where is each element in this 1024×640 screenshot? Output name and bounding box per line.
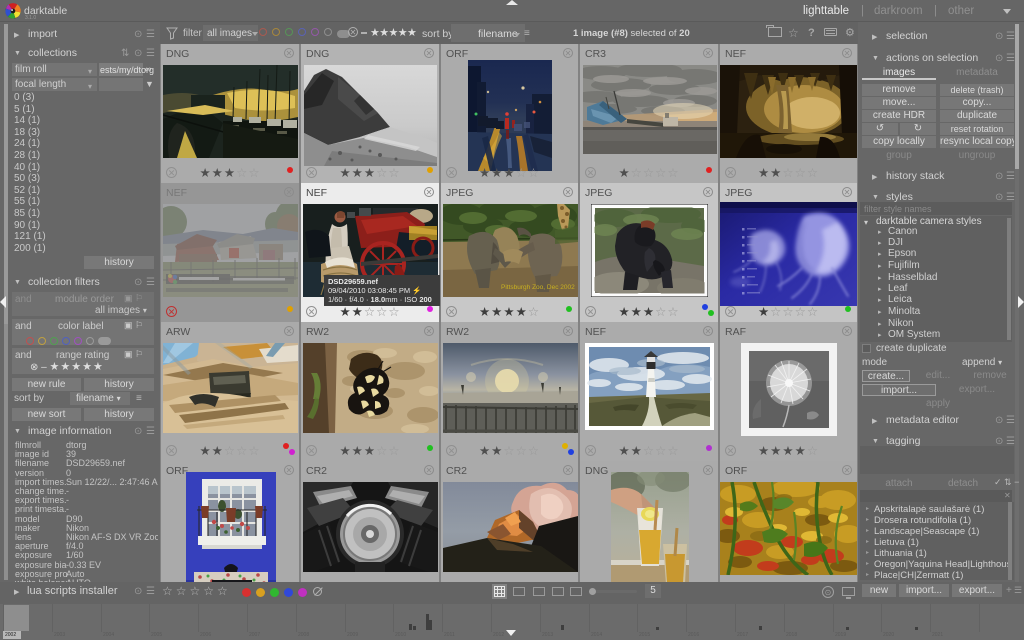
svg-text:Pittsburgh Zoo, Dec 2002: Pittsburgh Zoo, Dec 2002 [501, 284, 575, 291]
